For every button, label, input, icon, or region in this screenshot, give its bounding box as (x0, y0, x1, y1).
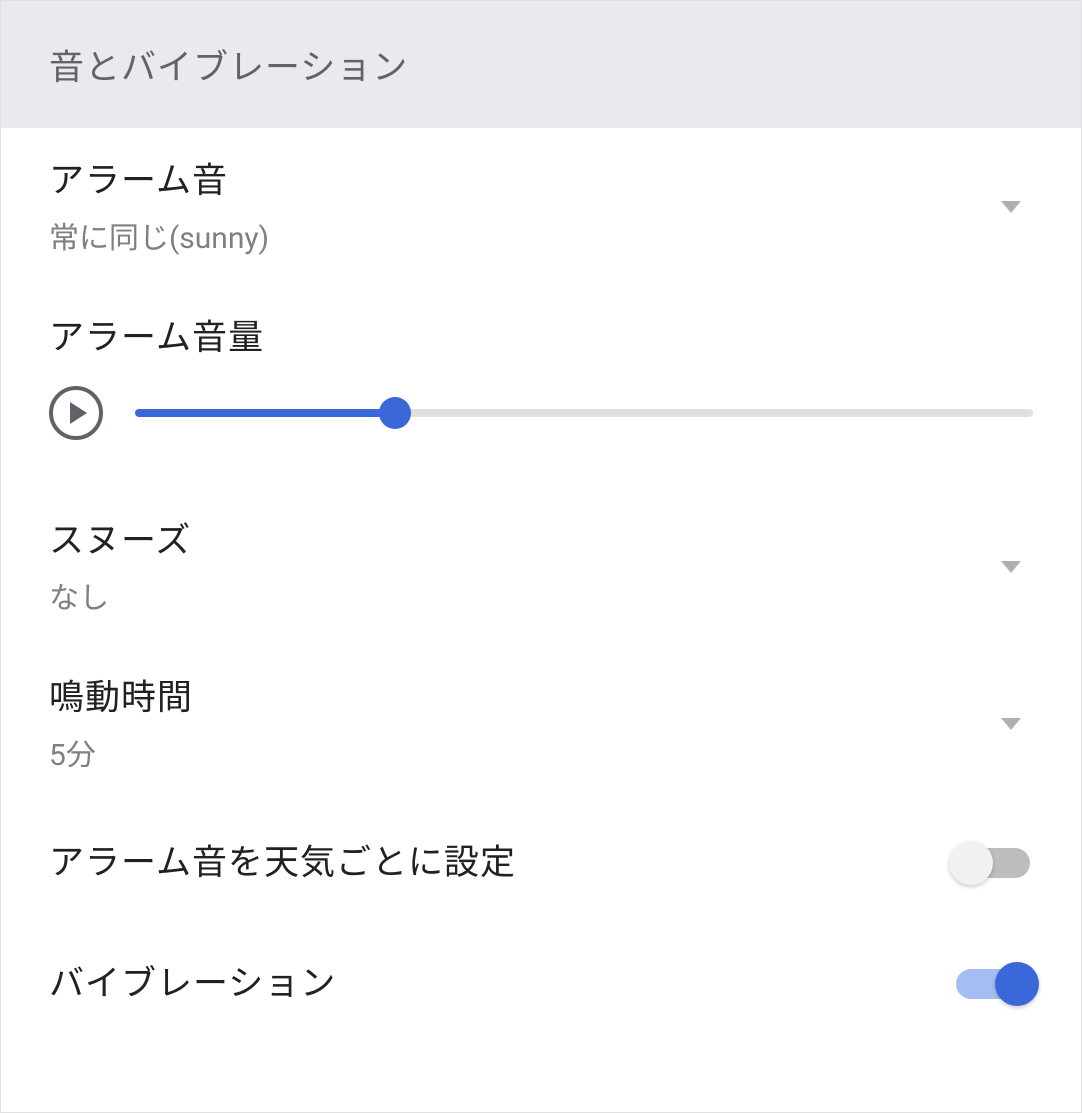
vibration-switch[interactable] (953, 966, 1033, 1002)
snooze-row[interactable]: スヌーズ なし (1, 488, 1081, 645)
chevron-down-icon (1001, 201, 1021, 213)
alarm-volume-row: アラーム音量 (1, 285, 1081, 488)
section-title: 音とバイブレーション (49, 47, 408, 88)
chevron-down-icon (1001, 718, 1021, 730)
alarm-sound-label: アラーム音 (49, 156, 1001, 205)
alarm-sound-row[interactable]: アラーム音 常に同じ(sunny) (1, 128, 1081, 285)
volume-slider-fill (135, 409, 395, 417)
snooze-label: スヌーズ (49, 516, 1001, 565)
switch-thumb (995, 962, 1039, 1006)
section-header: 音とバイブレーション (1, 1, 1081, 128)
vibration-label: バイブレーション (49, 959, 953, 1008)
snooze-value: なし (49, 573, 1001, 617)
ring-duration-value: 5分 (49, 730, 1001, 774)
weather-sound-switch[interactable] (953, 845, 1033, 881)
ring-duration-label: 鳴動時間 (49, 673, 1001, 722)
chevron-down-icon (1001, 561, 1021, 573)
vibration-row[interactable]: バイブレーション (1, 923, 1081, 1044)
play-icon (70, 402, 87, 424)
ring-duration-row[interactable]: 鳴動時間 5分 (1, 645, 1081, 802)
weather-sound-row[interactable]: アラーム音を天気ごとに設定 (1, 802, 1081, 923)
play-button[interactable] (49, 386, 103, 440)
volume-slider[interactable] (135, 409, 1033, 417)
alarm-volume-label: アラーム音量 (49, 313, 1033, 362)
switch-thumb (949, 841, 993, 885)
weather-sound-label: アラーム音を天気ごとに設定 (49, 838, 953, 887)
volume-slider-thumb[interactable] (379, 397, 411, 429)
alarm-sound-value: 常に同じ(sunny) (49, 213, 1001, 257)
